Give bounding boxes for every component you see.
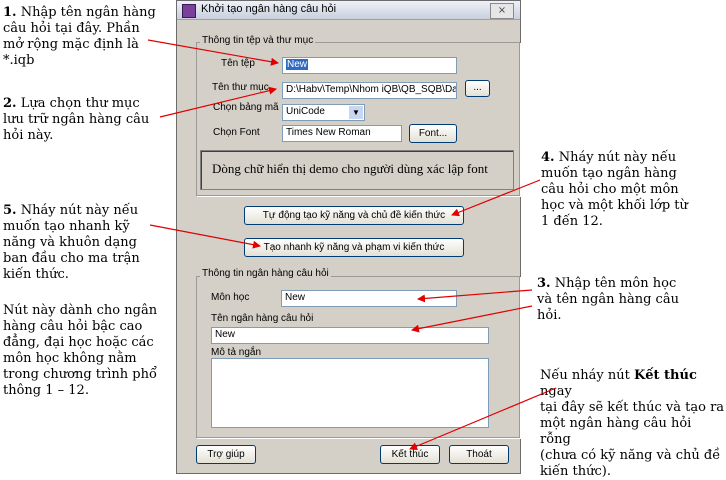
arrow-step-1 (147, 39, 279, 66)
arrow-step-3b (411, 305, 533, 333)
annotation-arrows (147, 39, 557, 450)
arrow-step-3a (417, 289, 533, 303)
arrow-step-4 (451, 179, 541, 217)
arrow-finish (409, 387, 557, 450)
arrow-step-2 (159, 86, 277, 118)
arrow-step-5 (149, 224, 261, 249)
